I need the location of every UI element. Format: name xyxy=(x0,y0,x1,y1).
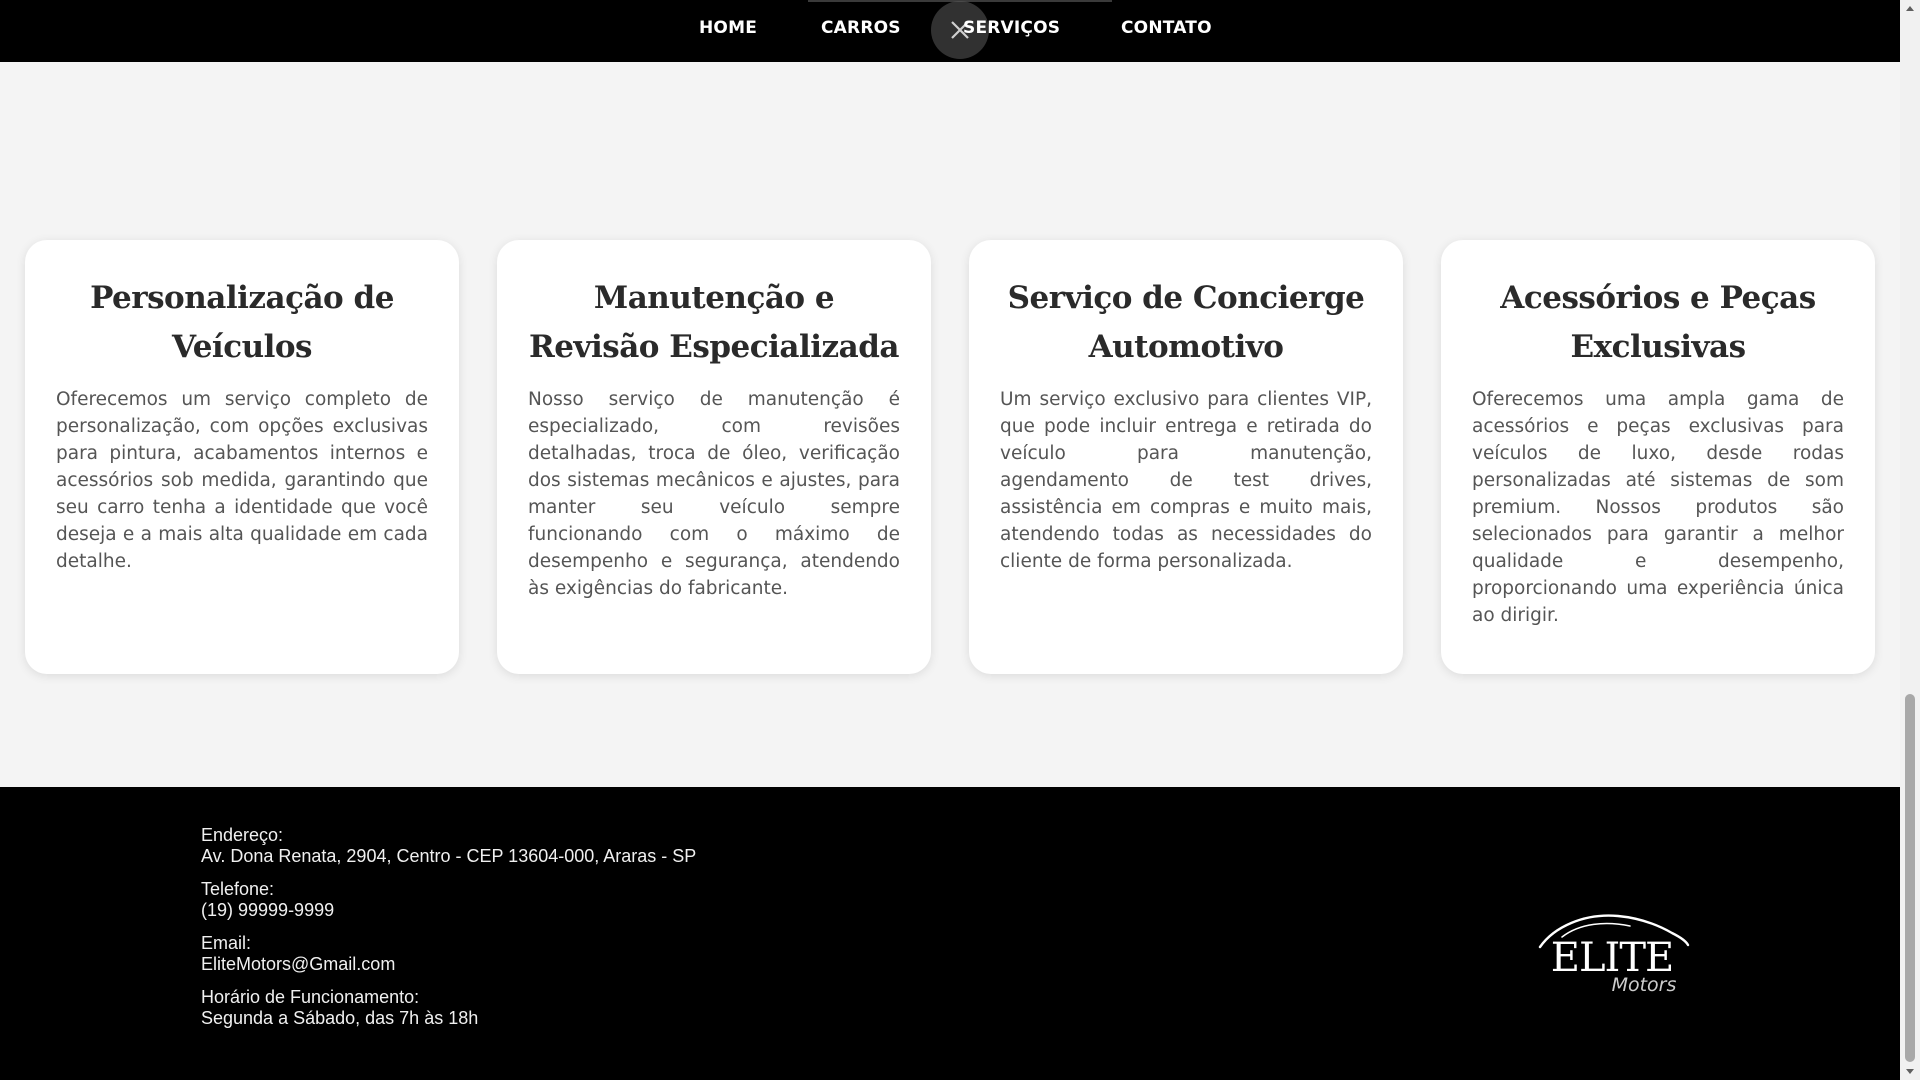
service-card-manutencao: Manutenção e Revisão Especializada Nosso… xyxy=(497,240,931,674)
footer-email: Email: EliteMotors@Gmail.com xyxy=(201,933,696,975)
arrow-up-icon xyxy=(1906,6,1914,11)
logo-sub-text: Motors xyxy=(1612,974,1677,996)
page: HOME CARROS SERVIÇOS CONTATO Personaliza… xyxy=(0,0,1920,1080)
footer-phone: Telefone: (19) 99999-9999 xyxy=(201,879,696,921)
top-navigation: HOME CARROS SERVIÇOS CONTATO xyxy=(0,0,1900,62)
service-card-text: Um serviço exclusivo para clientes VIP, … xyxy=(1000,389,1372,572)
footer-hours: Horário de Funcionamento: Segunda a Sába… xyxy=(201,987,696,1029)
service-card-acessorios: Acessórios e Peças Exclusivas Oferecemos… xyxy=(1441,240,1875,674)
email-value: EliteMotors@Gmail.com xyxy=(201,954,396,974)
phone-value: (19) 99999-9999 xyxy=(201,900,335,920)
nav-item-home[interactable]: HOME xyxy=(699,18,757,38)
footer-address: Endereço: Av. Dona Renata, 2904, Centro … xyxy=(201,825,696,867)
arrow-down-icon xyxy=(1906,1069,1914,1074)
service-card-title: Personalização de Veículos xyxy=(90,280,394,365)
nav-item-servicos[interactable]: SERVIÇOS xyxy=(963,18,1060,38)
nav-item-carros[interactable]: CARROS xyxy=(821,18,901,38)
address-value: Av. Dona Renata, 2904, Centro - CEP 1360… xyxy=(201,846,697,866)
nav-links: HOME CARROS SERVIÇOS CONTATO xyxy=(0,0,1900,62)
scrollbar-thumb[interactable] xyxy=(1905,694,1915,1062)
hours-label: Horário de Funcionamento: xyxy=(201,987,420,1007)
footer-contact-info: Endereço: Av. Dona Renata, 2904, Centro … xyxy=(201,825,696,1041)
services-section: Personalização de Veículos Oferecemos um… xyxy=(25,240,1877,674)
vertical-scrollbar[interactable] xyxy=(1900,0,1920,1080)
service-card-text: Oferecemos uma ampla gama de acessórios … xyxy=(1472,389,1844,626)
scroll-down-button[interactable] xyxy=(1900,1063,1920,1080)
service-card-title: Acessórios e Peças Exclusivas xyxy=(1500,280,1816,365)
nav-item-contato[interactable]: CONTATO xyxy=(1121,18,1212,38)
service-card-personalizacao: Personalização de Veículos Oferecemos um… xyxy=(25,240,459,674)
footer: Endereço: Av. Dona Renata, 2904, Centro … xyxy=(0,787,1900,1080)
address-label: Endereço: xyxy=(201,825,284,845)
hours-value: Segunda a Sábado, das 7h às 18h xyxy=(201,1008,479,1028)
service-card-title: Serviço de Concierge Automotivo xyxy=(1007,280,1365,365)
phone-label: Telefone: xyxy=(201,879,275,899)
email-label: Email: xyxy=(201,933,252,953)
service-card-concierge: Serviço de Concierge Automotivo Um servi… xyxy=(969,240,1403,674)
elite-motors-logo: ELITE Motors xyxy=(1538,914,1690,996)
scroll-up-button[interactable] xyxy=(1900,0,1920,17)
service-card-text: Nosso serviço de manutenção é especializ… xyxy=(528,389,900,599)
service-card-text: Oferecemos um serviço completo de person… xyxy=(56,389,428,572)
service-card-title: Manutenção e Revisão Especializada xyxy=(528,280,900,365)
